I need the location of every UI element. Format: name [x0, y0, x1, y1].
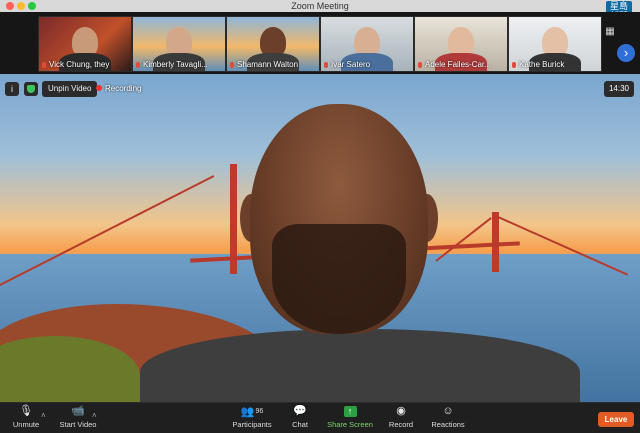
participant-name: Adele Failes-Car... [425, 60, 491, 69]
meeting-toolbar: 🎙 Unmute ˄ 📹 Start Video ˄ 👥96 Participa… [0, 402, 640, 433]
speaker-shirt [140, 329, 580, 402]
recording-dot-icon [96, 85, 102, 91]
audio-options-chevron-icon[interactable]: ˄ [41, 411, 46, 420]
meeting-timer: 14:30 [603, 81, 634, 97]
share-screen-icon: ↑ [326, 405, 374, 418]
chat-label: Chat [292, 420, 308, 429]
participant-name: Kathe Burick [519, 60, 565, 69]
participants-icon: 👥96 [240, 406, 264, 418]
unpin-video-button[interactable]: Unpin Video [42, 81, 98, 97]
leave-button[interactable]: Leave [598, 412, 634, 427]
meeting-info-icon[interactable]: i [5, 82, 19, 96]
share-screen-label: Share Screen [327, 420, 373, 429]
participant-name: Ivar Satero [331, 60, 371, 69]
share-screen-button[interactable]: ↑ Share Screen [326, 405, 374, 429]
mic-muted-icon: 🎙 [19, 405, 33, 417]
reactions-button[interactable]: ☺ Reactions [428, 405, 468, 429]
muted-mic-icon [42, 62, 46, 68]
next-page-button[interactable]: › [617, 44, 635, 62]
record-icon: ◉ [396, 405, 406, 417]
chat-button[interactable]: 💬 Chat [286, 405, 314, 429]
chat-bubble-icon: 💬 [293, 405, 307, 417]
window-title: Zoom Meeting [291, 1, 349, 11]
unmute-label: Unmute [12, 420, 40, 429]
speaker-beard [272, 224, 406, 334]
start-video-label: Start Video [59, 420, 97, 429]
record-label: Record [388, 420, 414, 429]
participant-tile[interactable]: Kathe Burick [508, 16, 602, 72]
chevron-right-icon: › [623, 45, 629, 60]
participants-button[interactable]: 👥96 Participants [230, 405, 274, 429]
recording-indicator: Recording [96, 81, 141, 97]
muted-mic-icon [230, 62, 234, 68]
participant-tile[interactable]: Adele Failes-Car... [414, 16, 508, 72]
recording-label: Recording [105, 84, 142, 93]
gallery-view-icon[interactable]: ▦ [604, 26, 616, 38]
muted-mic-icon [418, 62, 422, 68]
muted-mic-icon [324, 62, 328, 68]
active-speaker-video [0, 74, 640, 402]
participants-count: 96 [255, 408, 264, 415]
participant-tile[interactable]: Kimberly Tavagli... [132, 16, 226, 72]
reactions-label: Reactions [431, 420, 465, 429]
participant-name: Shamann Walton [237, 60, 299, 69]
participant-tile[interactable]: Shamann Walton [226, 16, 320, 72]
participant-name: Kimberly Tavagli... [143, 60, 208, 69]
muted-mic-icon [136, 62, 140, 68]
participant-tile[interactable]: Ivar Satero [320, 16, 414, 72]
muted-mic-icon [512, 62, 516, 68]
participants-label: Participants [232, 420, 272, 429]
participant-tile[interactable]: Vick Chung, they [38, 16, 132, 72]
reactions-emoji-icon: ☺ [442, 405, 454, 417]
unmute-button[interactable]: 🎙 Unmute [8, 405, 44, 429]
security-shield-icon[interactable] [24, 82, 38, 96]
participant-strip: Vick Chung, they Kimberly Tavagli... Sha… [0, 12, 640, 74]
video-options-chevron-icon[interactable]: ˄ [92, 411, 97, 420]
participant-name: Vick Chung, they [49, 60, 110, 69]
record-button[interactable]: ◉ Record [384, 405, 418, 429]
